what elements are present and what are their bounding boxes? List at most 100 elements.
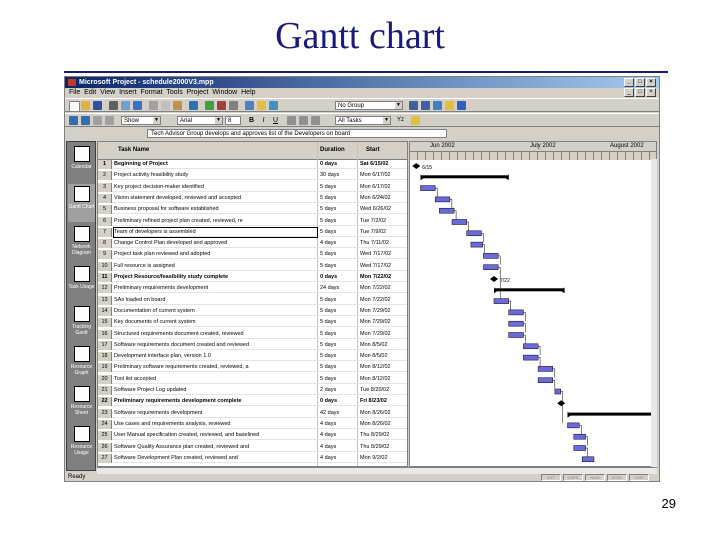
start-cell[interactable]: Sat 6/15/02: [360, 160, 407, 169]
split-task-icon[interactable]: [229, 101, 238, 110]
task-name-cell[interactable]: Preliminary requirements development com…: [114, 397, 317, 406]
start-cell[interactable]: Mon 9/2/02: [360, 454, 407, 463]
underline-button[interactable]: U: [271, 116, 280, 125]
column-task-name[interactable]: Task Name: [118, 147, 149, 153]
row-id[interactable]: 13: [98, 295, 112, 305]
table-row[interactable]: 4 Vision statement developed, reviewed an…: [98, 193, 407, 203]
view-calendar[interactable]: Calendar: [68, 144, 95, 182]
table-row[interactable]: 26 Software Quality Assurance plan create…: [98, 442, 407, 452]
open-icon[interactable]: [81, 101, 90, 110]
task-name-cell[interactable]: Full resource is assigned: [114, 262, 317, 271]
bold-button[interactable]: B: [247, 116, 256, 125]
row-id[interactable]: 2: [98, 171, 112, 181]
start-cell[interactable]: Mon 7/29/02: [360, 318, 407, 327]
table-row[interactable]: 11 Project Resource/feasibility study com…: [98, 273, 407, 282]
column-start[interactable]: Start: [366, 147, 380, 153]
task-name-cell[interactable]: Preliminary refined project plan created…: [114, 217, 317, 226]
duration-cell[interactable]: 42 days: [320, 409, 356, 418]
duration-cell[interactable]: 0 days: [320, 273, 356, 282]
table-row[interactable]: 5 Business proposal for software establis…: [98, 205, 407, 215]
duration-cell[interactable]: 5 days: [320, 363, 356, 372]
print-preview-icon[interactable]: [121, 101, 130, 110]
entry-field[interactable]: Tech Advisor Group develops and approves…: [147, 129, 447, 138]
row-id[interactable]: 3: [98, 182, 112, 192]
copy-icon[interactable]: [161, 101, 170, 110]
task-info-icon[interactable]: [245, 101, 254, 110]
table-row[interactable]: 13 SAs loaded on board 5 days Mon 7/22/02: [98, 295, 407, 305]
view-gantt-chart[interactable]: Gantt Chart: [68, 184, 95, 222]
close-button[interactable]: ×: [646, 78, 656, 87]
task-name-cell[interactable]: Preliminary requirements development: [114, 284, 317, 293]
table-row[interactable]: 1 Beginning of Project 0 days Sat 6/15/02: [98, 160, 407, 169]
table-row[interactable]: 18 Development interface plan, version 1.…: [98, 352, 407, 362]
row-id[interactable]: 20: [98, 374, 112, 384]
duration-cell[interactable]: 30 days: [320, 171, 356, 180]
table-row[interactable]: 22 Preliminary requirements development c…: [98, 397, 407, 407]
table-row[interactable]: 2 Project activity feasibility study 30 da…: [98, 171, 407, 181]
align-center-icon[interactable]: [299, 116, 308, 125]
start-cell[interactable]: Mon 6/17/02: [360, 171, 407, 180]
duration-cell[interactable]: 0 days: [320, 397, 356, 406]
menu-view[interactable]: View: [100, 89, 115, 96]
table-row[interactable]: 9 Project task plan reviewed and adopted 5…: [98, 250, 407, 260]
filter-combo[interactable]: All Tasks ▼: [335, 116, 391, 125]
view-network-diagram[interactable]: Network Diagram: [68, 224, 95, 262]
duration-cell[interactable]: 5 days: [320, 250, 356, 259]
task-name-cell[interactable]: Structured requirements document created…: [114, 330, 317, 339]
start-cell[interactable]: Mon 6/24/02: [360, 194, 407, 203]
row-id[interactable]: 18: [98, 352, 112, 362]
start-cell[interactable]: Tue 7/2/02: [360, 217, 407, 226]
table-row[interactable]: 3 Key project decision-maker identified 5 …: [98, 182, 407, 192]
row-id[interactable]: 7: [98, 227, 112, 237]
row-id[interactable]: 4: [98, 193, 112, 203]
start-cell[interactable]: Mon 8/26/02: [360, 420, 407, 429]
row-id[interactable]: 16: [98, 329, 112, 339]
paste-icon[interactable]: [173, 101, 182, 110]
duration-cell[interactable]: 5 days: [320, 296, 356, 305]
view-tracking-gantt[interactable]: Tracking Gantt: [68, 304, 95, 342]
task-name-cell[interactable]: Development interface plan, version 1.0: [114, 352, 317, 361]
row-id[interactable]: 1: [98, 160, 112, 169]
row-id[interactable]: 19: [98, 363, 112, 373]
table-row[interactable]: 20 Tool list accepted 5 days Mon 8/12/02: [98, 374, 407, 384]
arrow-right-icon[interactable]: [81, 116, 90, 125]
print-icon[interactable]: [109, 101, 118, 110]
start-cell[interactable]: Wed 6/26/02: [360, 205, 407, 214]
menu-help[interactable]: Help: [241, 89, 255, 96]
arrow-left-icon[interactable]: [69, 116, 78, 125]
table-row[interactable]: 21 Software Project Log updated 2 days Tue …: [98, 386, 407, 395]
start-cell[interactable]: Mon 7/22/02: [360, 284, 407, 293]
undo-icon[interactable]: [189, 101, 198, 110]
duration-cell[interactable]: 5 days: [320, 375, 356, 384]
duration-cell[interactable]: 4 days: [320, 454, 356, 463]
start-cell[interactable]: Mon 7/22/02: [360, 296, 407, 305]
start-cell[interactable]: Thu 8/29/02: [360, 431, 407, 440]
goto-task-icon[interactable]: [433, 101, 442, 110]
start-cell[interactable]: Mon 8/12/02: [360, 375, 407, 384]
spelling-icon[interactable]: [133, 101, 142, 110]
task-name-cell[interactable]: Team of developers is assembled: [113, 226, 318, 238]
task-name-cell[interactable]: Software Project Log updated: [114, 386, 317, 395]
task-name-cell[interactable]: Software Development Plan created, revie…: [114, 454, 317, 463]
task-name-cell[interactable]: Software requirements development: [114, 409, 317, 418]
zoom-out-icon[interactable]: [421, 101, 430, 110]
row-id[interactable]: 21: [98, 386, 112, 395]
row-id[interactable]: 15: [98, 318, 112, 328]
start-cell[interactable]: Fri 8/23/02: [360, 397, 407, 406]
task-name-cell[interactable]: Project Resource/feasibility study compl…: [114, 273, 317, 282]
view-task-usage[interactable]: Task Usage: [68, 264, 95, 302]
doc-minimize-button[interactable]: _: [624, 88, 634, 97]
doc-restore-button[interactable]: □: [635, 88, 645, 97]
start-cell[interactable]: Wed 7/17/02: [360, 250, 407, 259]
task-name-cell[interactable]: User Manual specification created, revie…: [114, 431, 317, 440]
table-row[interactable]: 8 Change Control Plan developed and appro…: [98, 239, 407, 249]
task-name-cell[interactable]: SAs loaded on board: [114, 296, 317, 305]
view-resource-usage[interactable]: Resource Usage: [68, 424, 95, 462]
duration-cell[interactable]: 4 days: [320, 420, 356, 429]
row-id[interactable]: 26: [98, 442, 112, 452]
task-name-cell[interactable]: Preliminary software requirements create…: [114, 363, 317, 372]
duration-cell[interactable]: 5 days: [320, 183, 356, 192]
align-right-icon[interactable]: [311, 116, 320, 125]
table-row[interactable]: 15 Key documents of current system 5 days M…: [98, 318, 407, 328]
duration-cell[interactable]: 5 days: [320, 262, 356, 271]
